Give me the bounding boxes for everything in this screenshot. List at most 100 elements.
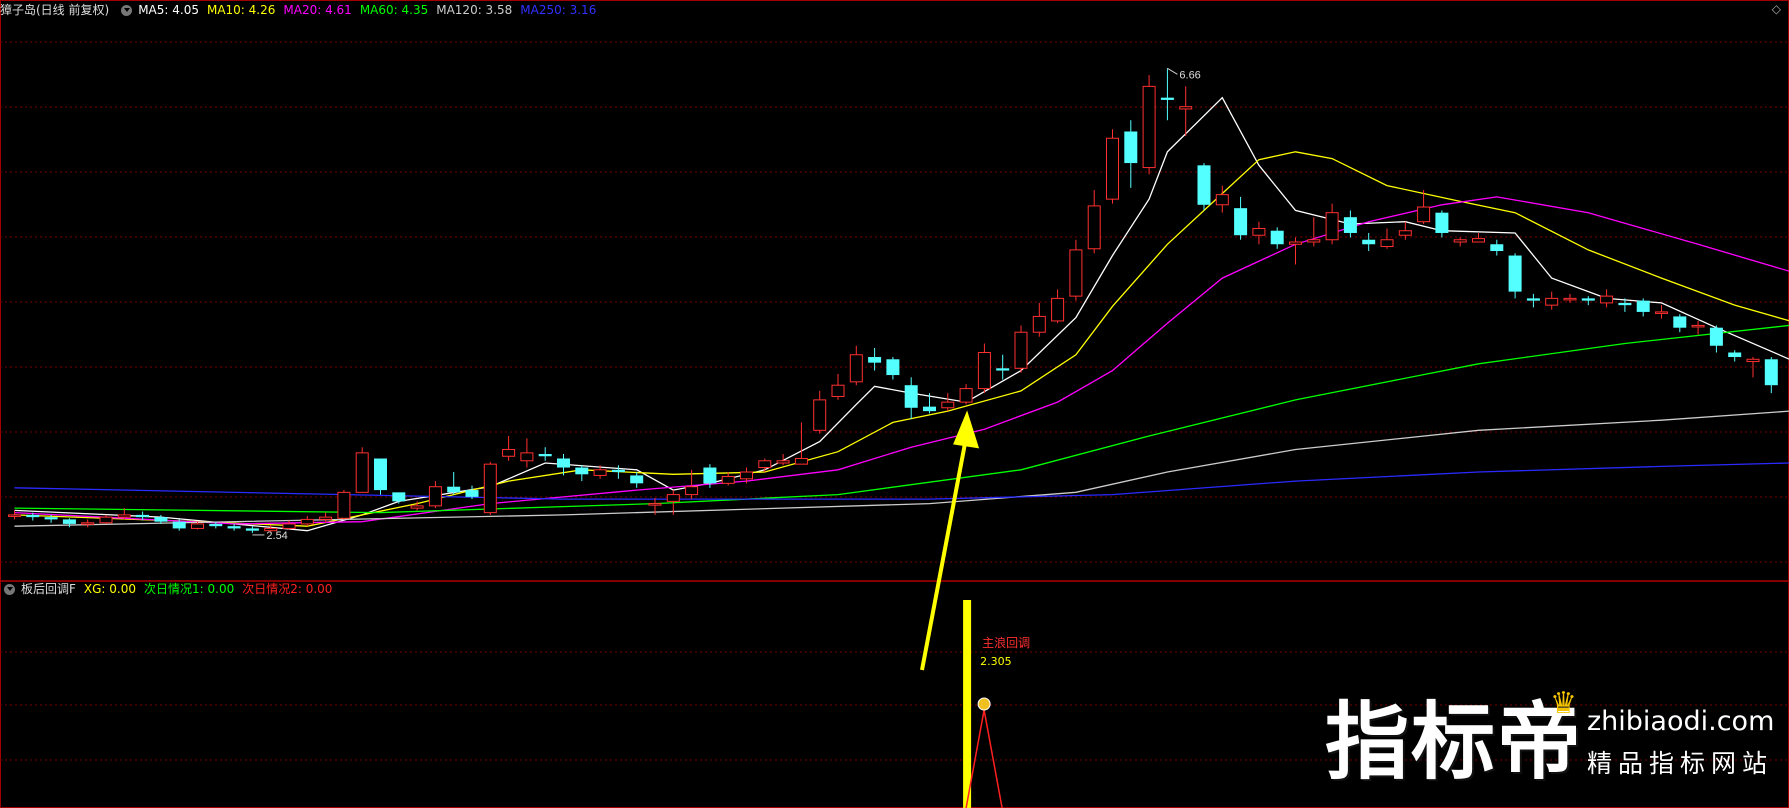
candle <box>538 447 552 461</box>
candle-body <box>1051 297 1065 322</box>
candle <box>721 472 735 486</box>
candle-body <box>1581 298 1595 301</box>
next-day-2-label: 次日情况2: 0.00 <box>242 582 333 596</box>
candle-body <box>520 452 534 462</box>
candle-body <box>831 384 845 397</box>
candle <box>1508 253 1522 299</box>
signal-bar <box>963 600 972 808</box>
candle-body <box>1655 311 1668 314</box>
signal-value: 2.305 <box>980 655 1012 668</box>
candle <box>794 422 808 465</box>
candle-body <box>1709 327 1723 346</box>
candle <box>300 516 314 527</box>
candle-body <box>611 469 625 473</box>
candle-body <box>1087 205 1101 250</box>
candle <box>8 510 21 520</box>
candle-body <box>703 467 717 484</box>
signal-label: 主浪回调 <box>982 635 1030 650</box>
candle <box>1435 210 1449 238</box>
candle-body <box>886 359 900 376</box>
candle-body <box>154 517 168 522</box>
candle <box>1472 232 1485 243</box>
ma250-label: MA250: 3.16 <box>520 3 597 17</box>
candle <box>483 461 497 515</box>
ma10-label: MA10: 4.26 <box>206 3 276 17</box>
candle <box>849 345 863 386</box>
candle-body <box>209 523 223 527</box>
candle-body <box>81 522 95 525</box>
candle-body <box>904 385 918 408</box>
candle <box>630 472 644 488</box>
collapse-icon[interactable] <box>4 583 15 595</box>
candle-body <box>1343 217 1357 233</box>
chart-border <box>0 0 1789 808</box>
candle-body <box>977 352 991 390</box>
candle-body <box>1179 106 1193 110</box>
candle <box>1362 232 1376 252</box>
watermark: 指标帝 ♛ zhibiaodi.com 精品指标网站 <box>1325 686 1785 802</box>
candle <box>1051 289 1065 324</box>
candle-body <box>630 475 644 484</box>
candle-body <box>1270 230 1284 245</box>
candle-body <box>99 516 113 524</box>
ma60-label: MA60: 4.35 <box>359 3 429 17</box>
candle-body <box>685 486 699 496</box>
candle-body <box>62 519 76 524</box>
candle <box>1691 320 1705 335</box>
candle-body <box>410 505 424 509</box>
candle <box>1234 196 1248 240</box>
candle <box>1160 68 1174 121</box>
candle <box>886 357 900 380</box>
candle <box>355 447 369 493</box>
candle <box>776 454 790 466</box>
candle-body <box>447 486 461 493</box>
candle-body <box>191 523 204 529</box>
next-day-1-label: 次日情况1: 0.00 <box>144 582 235 596</box>
candle-body <box>300 518 314 525</box>
candle-body <box>1234 208 1248 236</box>
collapse-icon[interactable] <box>121 4 133 16</box>
candle <box>62 518 76 528</box>
candle-body <box>1032 315 1046 333</box>
candle-body <box>1728 352 1742 358</box>
moneybag-icon <box>977 697 991 711</box>
candle <box>374 458 387 495</box>
candle <box>81 519 95 528</box>
candle <box>813 390 827 434</box>
candle <box>99 514 113 524</box>
candle-body <box>1325 212 1339 241</box>
candle-body <box>1160 97 1174 100</box>
candle-body <box>1142 85 1156 169</box>
watermark-slogan: 精品指标网站 <box>1587 749 1774 778</box>
candle-body <box>337 491 351 519</box>
candle-body <box>44 517 58 520</box>
candle <box>923 393 936 414</box>
candle <box>1526 293 1540 308</box>
stock-chart: 6.66 2.54 主浪回调 2.305 <box>0 0 1789 808</box>
indicator-name: 板后回调F <box>21 582 76 596</box>
candle-body <box>593 469 607 476</box>
ma-line-ma60 <box>14 324 1789 514</box>
candle <box>1087 190 1101 254</box>
candle-body <box>1618 302 1632 306</box>
candle-body <box>868 357 882 363</box>
xg-label: XG: 0.00 <box>83 582 137 596</box>
candle-body <box>1215 194 1229 206</box>
diamond-icons[interactable]: ◇ <box>1772 2 1781 16</box>
candle-body <box>465 490 479 497</box>
candle <box>1179 86 1193 136</box>
candle <box>575 465 589 482</box>
candle <box>611 465 625 479</box>
candle <box>1636 298 1650 317</box>
candle <box>977 343 991 394</box>
candle-body <box>1252 227 1266 236</box>
candle <box>245 526 259 533</box>
candle-body <box>319 516 333 520</box>
candle-body <box>1435 212 1449 233</box>
candle-body <box>374 458 387 491</box>
candle-body <box>1636 300 1650 312</box>
ma-line-ma5 <box>14 96 1789 532</box>
ma120-label: MA120: 3.58 <box>436 3 513 17</box>
candle-body <box>1673 316 1687 328</box>
candle <box>1490 239 1504 256</box>
